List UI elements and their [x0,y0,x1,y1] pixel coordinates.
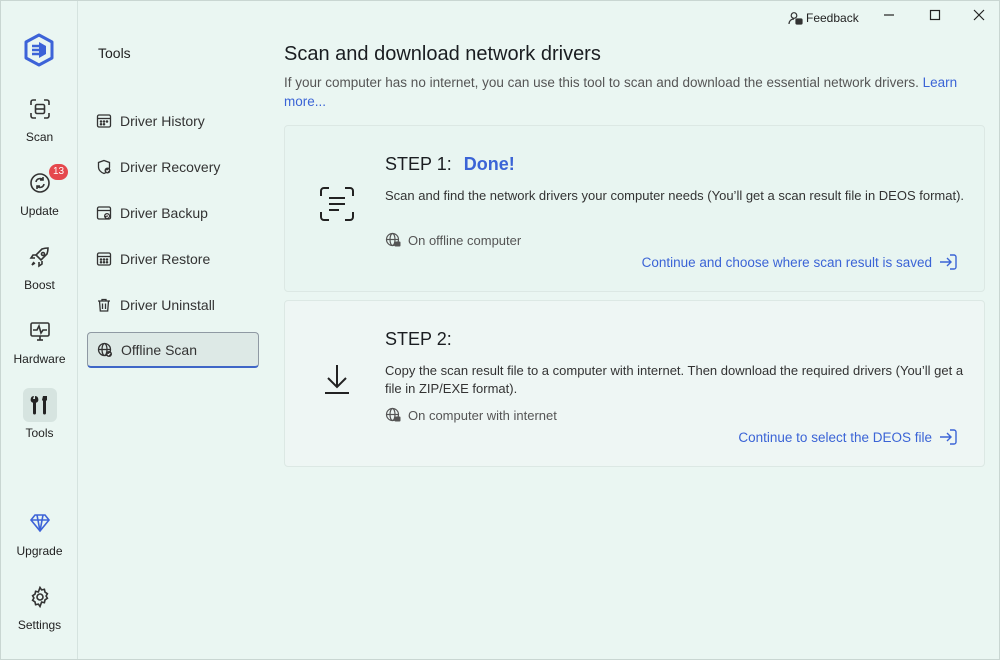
tool-driver-backup-label: Driver Backup [120,205,208,221]
nav-rail: Scan 13 Update Boost Hardware Tools Upgr… [1,1,78,659]
tool-driver-backup[interactable]: Driver Backup [87,195,259,231]
step1-location: On offline computer [385,232,521,248]
scan-icon [23,92,57,126]
minimize-button[interactable] [866,3,912,31]
nav-update-label: Update [20,204,59,218]
nav-hardware-label: Hardware [13,352,66,366]
shield-check-icon [95,158,113,176]
nav-hardware[interactable]: Hardware [1,314,78,374]
history-icon [95,112,113,130]
feedback-user-icon [788,11,803,26]
app-window: Scan 13 Update Boost Hardware Tools Upgr… [0,0,1000,660]
step1-status: Done! [463,154,515,174]
step1-continue-link[interactable]: Continue and choose where scan result is… [642,253,958,271]
tool-driver-restore[interactable]: Driver Restore [87,241,259,277]
close-icon [973,8,985,26]
nav-scan-label: Scan [25,130,54,144]
nav-upgrade-label: Upgrade [16,544,63,558]
step1-continue-label: Continue and choose where scan result is… [641,254,932,270]
tools-icon [22,388,57,422]
step2-label: STEP 2: [385,329,452,349]
diamond-icon [23,506,57,540]
update-count-badge: 13 [49,164,69,180]
step1-card: STEP 1: Done! Scan and find the network … [284,125,985,292]
step2-location: On computer with internet [385,407,557,423]
nav-tools[interactable]: Tools [1,388,78,448]
tool-driver-recovery-label: Driver Recovery [120,159,221,175]
rocket-icon [23,240,57,274]
arrow-enter-icon [938,428,958,446]
step2-continue-link[interactable]: Continue to select the DEOS file [738,428,958,446]
step1-label: STEP 1: [385,154,452,174]
restore-icon [95,250,113,268]
page-title: Scan and download network drivers [284,43,601,65]
arrow-enter-icon [938,253,958,271]
nav-settings[interactable]: Settings [1,580,78,640]
backup-icon [95,204,113,222]
step2-text: Copy the scan result file to a computer … [385,363,964,396]
globe-user-icon [385,232,401,248]
trash-icon [95,296,113,314]
step2-location-label: On computer with internet [408,407,557,423]
gear-icon [23,580,57,614]
nav-update[interactable]: 13 Update [1,164,78,226]
nav-settings-label: Settings [17,618,62,632]
monitor-pulse-icon [23,314,57,348]
feedback-button[interactable]: Feedback [788,9,859,27]
globe-network-icon [385,407,401,423]
tools-panel-title: Tools [98,45,131,61]
step2-heading: STEP 2: [385,329,452,350]
tool-offline-scan[interactable]: Offline Scan [87,332,259,368]
tool-driver-history-label: Driver History [120,113,205,129]
nav-scan[interactable]: Scan [1,92,78,152]
nav-tools-label: Tools [25,426,54,440]
tool-driver-uninstall-label: Driver Uninstall [120,297,215,313]
nav-boost-label: Boost [24,278,55,292]
tool-driver-restore-label: Driver Restore [120,251,211,267]
tool-driver-recovery[interactable]: Driver Recovery [87,149,259,185]
maximize-icon [929,8,941,26]
tool-offline-scan-label: Offline Scan [121,341,198,358]
step1-location-label: On offline computer [408,232,522,248]
app-logo-icon [23,33,55,67]
scan-document-icon [317,184,357,224]
tool-driver-history[interactable]: Driver History [87,103,259,139]
feedback-label: Feedback [806,11,859,25]
step1-heading: STEP 1: Done! [385,154,515,175]
download-icon [317,359,357,399]
minimize-icon [883,8,895,26]
page-description-text: If your computer has no internet, you ca… [284,75,923,90]
step2-card: STEP 2: Copy the scan result file to a c… [284,300,985,467]
nav-boost[interactable]: Boost [1,240,78,300]
page-description: If your computer has no internet, you ca… [284,73,989,111]
step2-continue-label: Continue to select the DEOS file [738,429,932,445]
nav-upgrade[interactable]: Upgrade [1,506,78,566]
step1-text: Scan and find the network drivers your c… [385,188,965,203]
tool-driver-uninstall[interactable]: Driver Uninstall [87,287,259,323]
globe-scan-icon [96,341,114,359]
maximize-button[interactable] [912,3,958,31]
close-button[interactable] [956,3,1000,31]
